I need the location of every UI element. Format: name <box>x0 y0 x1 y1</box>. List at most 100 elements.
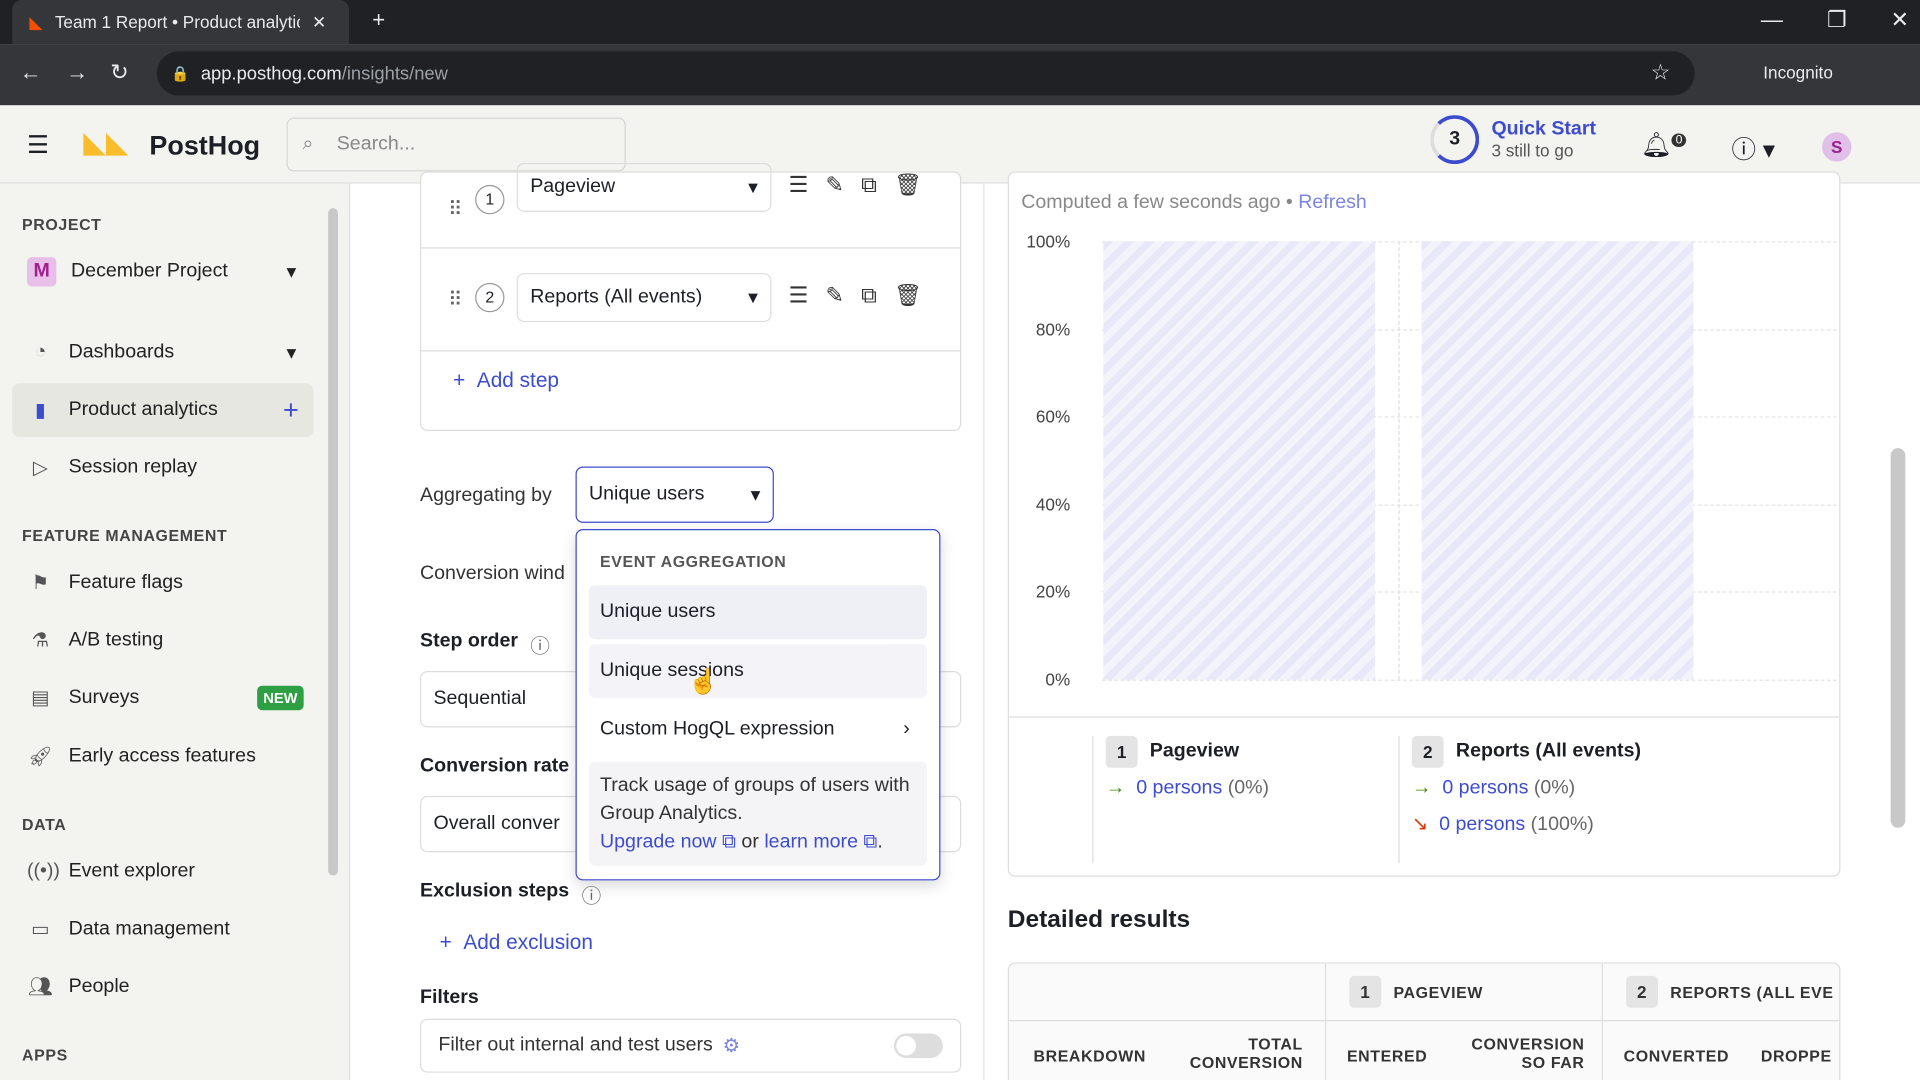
back-icon[interactable]: ← <box>20 60 42 86</box>
option-custom-hogql[interactable]: Custom HogQL expression › <box>589 703 927 757</box>
delete-icon[interactable]: 🗑︎ <box>894 283 922 309</box>
forward-icon[interactable]: → <box>66 60 88 86</box>
incognito-profile[interactable]: Incognito <box>1763 62 1833 82</box>
chevron-right-icon: › <box>903 718 910 740</box>
y-tick-label: 0% <box>1045 669 1071 690</box>
funnel-bar[interactable] <box>1103 241 1376 680</box>
gridline <box>1102 679 1837 681</box>
plus-icon: + <box>453 368 466 392</box>
filter-icon[interactable]: ☰ <box>789 283 809 309</box>
reload-icon[interactable]: ↻ <box>110 60 128 86</box>
close-window-icon[interactable]: ✕ <box>1891 7 1909 33</box>
filter-icon[interactable]: ☰ <box>789 173 809 199</box>
gear-icon[interactable]: ⚙ <box>723 1033 741 1057</box>
sidebar-item-session-replay[interactable]: ▷ Session replay <box>12 441 313 495</box>
add-exclusion-button[interactable]: + Add exclusion <box>440 931 593 955</box>
event-select[interactable]: Pageview ▾ <box>516 162 772 212</box>
logo[interactable]: PostHog <box>149 130 260 162</box>
chevron-down-icon: ▾ <box>286 262 297 283</box>
detailed-results-table: 1 PAGEVIEW 2 REPORTS (ALL EVE BREAKDOWN TO… <box>1007 962 1841 1080</box>
option-unique-users[interactable]: Unique users <box>588 585 927 640</box>
aggregation-dropdown-menu: EVENT AGGREGATION Unique users Unique se… <box>575 528 941 881</box>
sidebar-item-event-explorer[interactable]: ((•)) Event explorer <box>12 845 313 899</box>
legend-step-1: 1 Pageview → 0 persons (0%) <box>1092 735 1398 864</box>
steps-card: ⠿ 1 Pageview ▾ ☰ ✎ ⧉ 🗑︎ ⠿ 2 Reports (All eve… <box>420 162 962 432</box>
y-tick-label: 100% <box>1026 231 1071 252</box>
refresh-link[interactable]: Refresh <box>1298 192 1367 213</box>
new-badge: NEW <box>257 685 304 711</box>
info-icon[interactable]: ⓘ <box>530 629 550 658</box>
learn-more-link[interactable]: learn more <box>764 831 858 852</box>
sidebar-item-surveys[interactable]: ▤ Surveys NEW <box>12 671 313 725</box>
drag-handle-icon[interactable]: ⠿ <box>448 288 462 312</box>
external-link-icon: ⧉ <box>857 831 878 853</box>
caret-down-icon: ▾ <box>748 177 758 199</box>
lock-icon: 🔒 <box>171 64 190 83</box>
flag-icon: ⚑ <box>31 573 50 594</box>
sidebar-item-ab-testing[interactable]: ⚗ A/B testing <box>12 613 313 667</box>
step-separator <box>1398 241 1400 680</box>
browser-tab-bar: ◣ Team 1 Report • Product analytics ✕ + — … <box>0 0 1920 45</box>
rocket-icon: 🚀︎ <box>27 746 53 768</box>
edit-icon[interactable]: ✎ <box>825 173 843 199</box>
funnel-step-1: ⠿ 1 Pageview ▾ ☰ ✎ ⧉ 🗑︎ <box>421 162 961 249</box>
add-step-button[interactable]: + Add step <box>453 369 559 393</box>
flask-icon: ⚗ <box>31 630 50 652</box>
y-tick-label: 80% <box>1035 319 1071 339</box>
quick-start-progress: 3 <box>1430 115 1480 165</box>
quick-start-button[interactable]: 3 Quick Start 3 still to go <box>1430 115 1596 165</box>
aggregation-select[interactable]: Unique users ▾ <box>575 466 774 523</box>
add-icon[interactable]: + <box>283 394 299 426</box>
minimize-icon[interactable]: — <box>1761 7 1783 33</box>
upgrade-now-link[interactable]: Upgrade now <box>600 831 717 852</box>
persons-link[interactable]: 0 persons <box>1136 778 1222 799</box>
y-tick-label: 40% <box>1035 494 1071 515</box>
drag-handle-icon[interactable]: ⠿ <box>448 197 462 221</box>
new-tab-icon[interactable]: + <box>372 7 385 33</box>
bar-chart-icon: ▮ <box>35 400 46 422</box>
sidebar-item-dashboards[interactable]: ◔ Dashboards ▾ <box>12 326 313 380</box>
sidebar-item-feature-flags[interactable]: ⚑ Feature flags <box>12 556 313 610</box>
caret-down-icon: ▾ <box>748 287 758 309</box>
funnel-chart-card: Computed a few seconds ago • Refresh 100… <box>1007 171 1841 877</box>
restore-icon[interactable]: ❐ <box>1827 7 1847 33</box>
chevron-down-icon: ▾ <box>286 342 297 364</box>
y-tick-label: 60% <box>1035 406 1071 427</box>
edit-icon[interactable]: ✎ <box>825 283 843 309</box>
funnel-bar[interactable] <box>1421 241 1694 680</box>
info-icon[interactable]: ⓘ <box>582 879 602 908</box>
menu-toggle-icon[interactable]: ☰ <box>27 130 49 161</box>
browser-tab[interactable]: ◣ Team 1 Report • Product analytics ✕ <box>12 0 349 45</box>
toggle-switch[interactable] <box>893 1033 943 1058</box>
sidebar: PROJECT M December Project ▾ ◔ Dashboards ▾ … <box>0 183 351 1080</box>
play-icon: ▷ <box>32 457 48 479</box>
close-tab-icon[interactable]: ✕ <box>312 12 326 33</box>
sidebar-scrollbar[interactable] <box>328 208 338 876</box>
broadcast-icon: ((•)) <box>26 860 60 882</box>
help-icon[interactable]: ⓘ ▾ <box>1731 130 1775 166</box>
copy-icon[interactable]: ⧉ <box>861 173 877 199</box>
internal-users-filter-toggle[interactable]: Filter out internal and test users ⚙ <box>420 1018 962 1073</box>
group-analytics-info: Track usage of groups of users with Grou… <box>588 761 927 866</box>
persons-link[interactable]: 0 persons <box>1442 778 1528 799</box>
sidebar-item-product-analytics[interactable]: ▮ Product analytics + <box>12 383 314 438</box>
main-scrollbar[interactable] <box>1890 448 1906 828</box>
event-select[interactable]: Reports (All events) ▾ <box>516 273 772 323</box>
arrow-down-right-icon: ↘ <box>1411 814 1429 836</box>
sidebar-item-early-access[interactable]: 🚀︎ Early access features <box>12 730 313 784</box>
option-unique-sessions[interactable]: Unique sessions <box>588 644 927 698</box>
sidebar-item-people[interactable]: 👥︎ People <box>12 960 313 1014</box>
survey-icon: ▤ <box>31 688 50 709</box>
avatar[interactable]: S <box>1822 132 1852 162</box>
copy-icon[interactable]: ⧉ <box>861 283 877 309</box>
delete-icon[interactable]: 🗑︎ <box>894 173 922 199</box>
arrow-right-icon: → <box>1105 777 1126 799</box>
notifications-bell-icon[interactable]: 🔔︎ 0 <box>1641 130 1687 161</box>
persons-link[interactable]: 0 persons <box>1439 814 1525 835</box>
bookmark-star-icon[interactable]: ☆ <box>1651 60 1671 86</box>
dashboard-icon: ◔ <box>34 341 47 363</box>
panel-divider <box>983 183 985 1080</box>
project-switcher[interactable]: M December Project ▾ <box>12 245 313 299</box>
url-input[interactable]: 🔒 app.posthog.com/insights/new <box>156 51 1695 96</box>
sidebar-item-data-management[interactable]: ▭ Data management <box>12 902 313 956</box>
